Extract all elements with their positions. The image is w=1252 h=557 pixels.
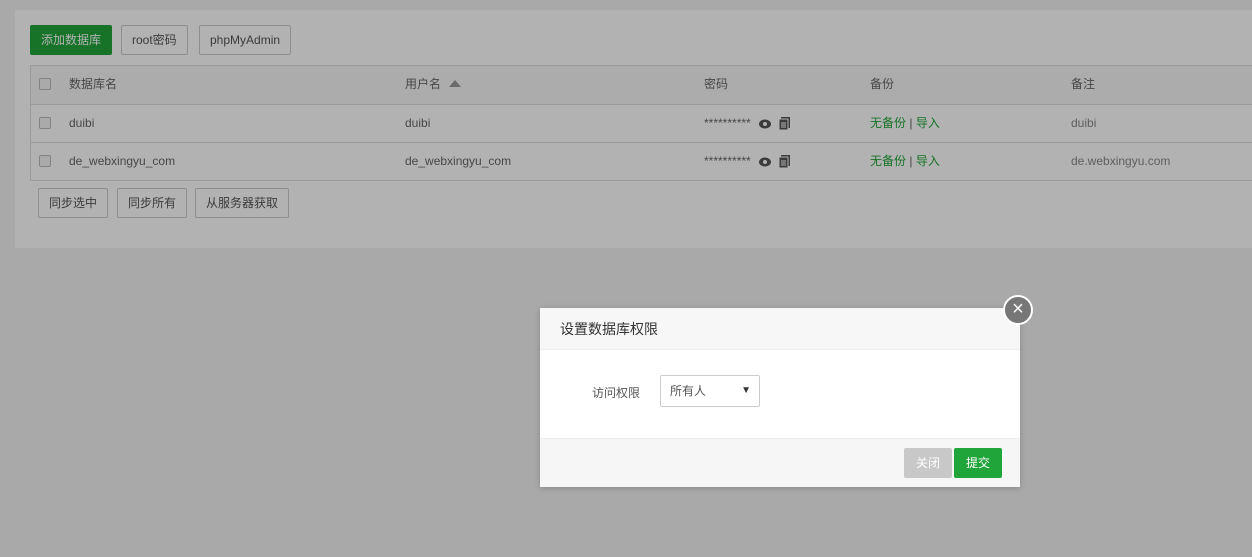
permission-dialog: 设置数据库权限 访问权限 所有人 ▼ 关闭 提交 bbox=[540, 308, 1020, 487]
close-icon[interactable]: × bbox=[1003, 295, 1033, 325]
close-button[interactable]: 关闭 bbox=[904, 448, 953, 478]
submit-button[interactable]: 提交 bbox=[954, 448, 1003, 478]
access-label: 访问权限 bbox=[592, 386, 641, 400]
dropdown-arrow-icon: ▼ bbox=[741, 385, 751, 396]
access-select[interactable]: 所有人 ▼ bbox=[660, 375, 760, 407]
access-select-value: 所有人 bbox=[670, 384, 707, 398]
dialog-title: 设置数据库权限 bbox=[540, 308, 1020, 350]
